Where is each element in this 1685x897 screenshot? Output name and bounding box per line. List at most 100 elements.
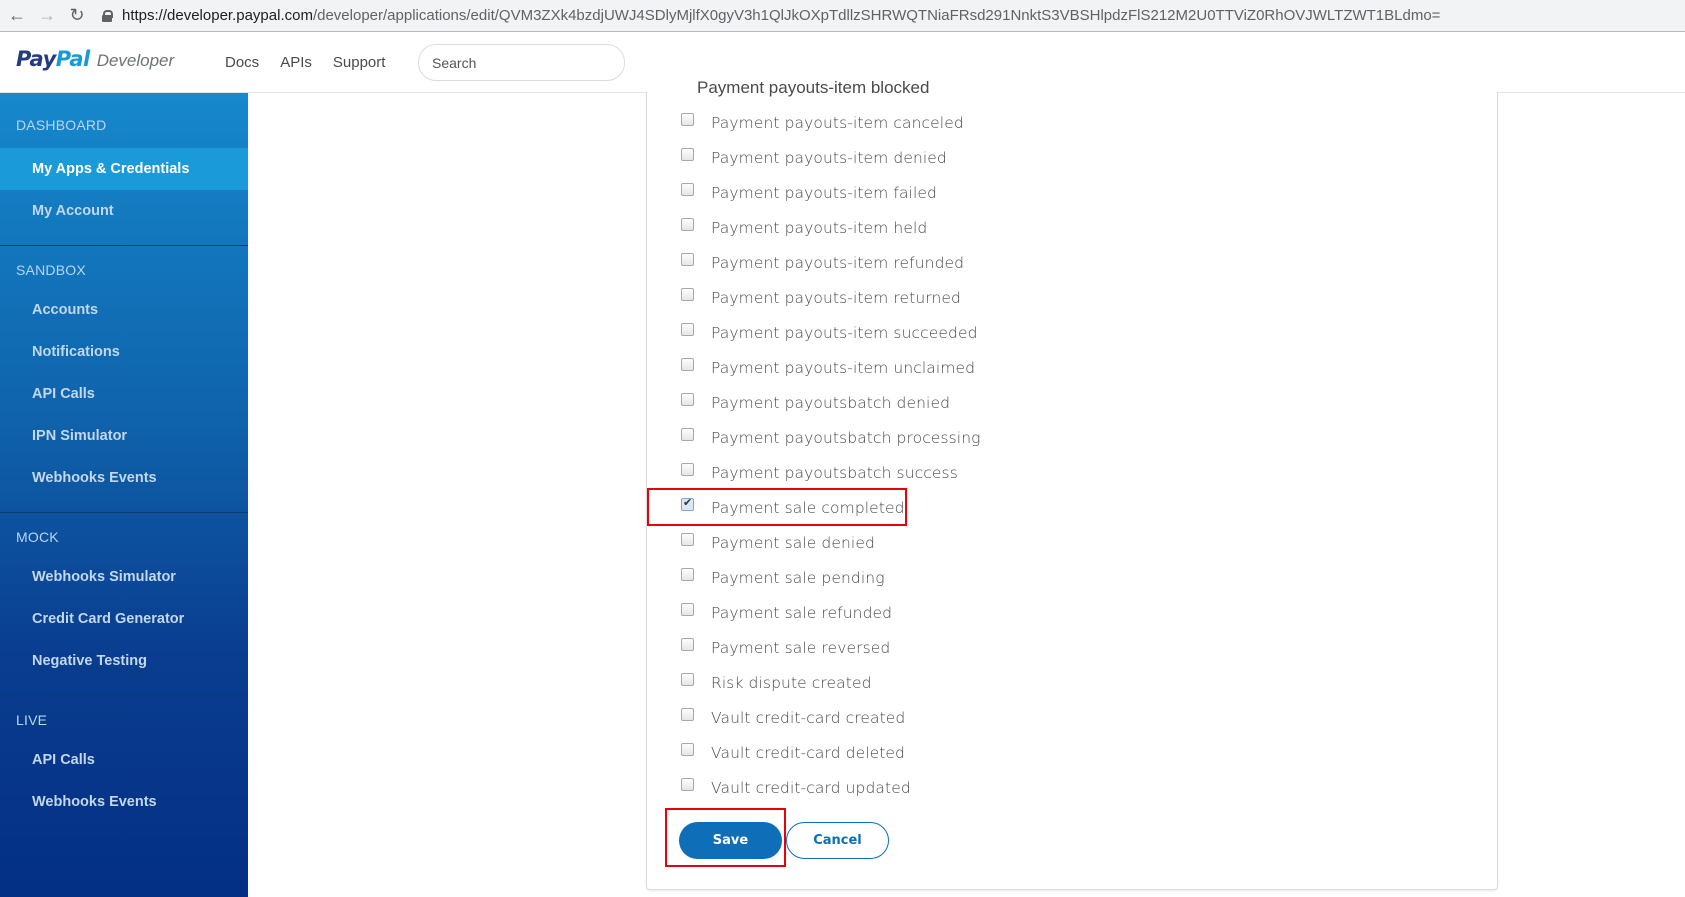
checkbox[interactable]: [681, 183, 694, 196]
checkbox[interactable]: [681, 113, 694, 126]
event-row[interactable]: Payment sale completed: [674, 490, 981, 525]
event-row[interactable]: Payment payouts-item succeeded: [674, 315, 981, 350]
logo-pal: Pal: [55, 47, 90, 71]
nav-link-support[interactable]: Support: [333, 54, 386, 71]
url-host: https://developer.paypal.com: [122, 7, 313, 24]
partial-event-row: Payment payouts-item blocked: [697, 78, 930, 97]
event-row[interactable]: Payment sale denied: [674, 525, 981, 560]
event-row[interactable]: Risk dispute created: [674, 665, 981, 700]
save-button[interactable]: Save: [679, 822, 782, 859]
sidebar-item-my-account[interactable]: My Account: [0, 190, 248, 232]
event-row[interactable]: Payment sale pending: [674, 560, 981, 595]
event-row[interactable]: Vault credit-card updated: [674, 770, 981, 805]
sidebar-heading-sandbox: SANDBOX: [16, 262, 86, 278]
event-row[interactable]: Payment payouts-item denied: [674, 140, 981, 175]
webhook-events-card: Payment payouts-item blocked Payment pay…: [646, 78, 1498, 890]
event-label[interactable]: Payment payouts-item returned: [711, 289, 961, 307]
event-label[interactable]: Payment payoutsbatch processing: [711, 429, 981, 447]
event-label[interactable]: Vault credit-card deleted: [711, 744, 905, 762]
event-row[interactable]: Payment payoutsbatch denied: [674, 385, 981, 420]
event-label[interactable]: Payment payouts-item canceled: [711, 114, 964, 132]
checkbox[interactable]: [681, 323, 694, 336]
nav-link-docs[interactable]: Docs: [225, 54, 259, 71]
event-row[interactable]: Payment payoutsbatch success: [674, 455, 981, 490]
checkbox[interactable]: [681, 393, 694, 406]
header-nav: Docs APIs Support: [225, 54, 385, 71]
sidebar-item-notifications[interactable]: Notifications: [0, 331, 248, 373]
event-row[interactable]: Payment payouts-item returned: [674, 280, 981, 315]
sidebar-section-live: LIVE API Calls Webhooks Events: [0, 696, 248, 823]
sidebar-item-ipn-simulator[interactable]: IPN Simulator: [0, 415, 248, 457]
event-label[interactable]: Payment sale pending: [711, 569, 885, 587]
event-label[interactable]: Vault credit-card created: [711, 709, 905, 727]
event-row[interactable]: Payment payouts-item failed: [674, 175, 981, 210]
url-path: /developer/applications/edit/QVM3ZXk4bzd…: [312, 7, 1441, 24]
back-arrow-icon[interactable]: ←: [4, 3, 30, 29]
event-row[interactable]: Payment payoutsbatch processing: [674, 420, 981, 455]
event-row[interactable]: Vault credit-card deleted: [674, 735, 981, 770]
sidebar-item-credit-card-generator[interactable]: Credit Card Generator: [0, 598, 248, 640]
event-row[interactable]: Payment sale reversed: [674, 630, 981, 665]
event-label[interactable]: Payment payouts-item denied: [711, 149, 947, 167]
sidebar-heading-dashboard: DASHBOARD: [16, 117, 107, 133]
event-label[interactable]: Payment sale reversed: [711, 639, 890, 657]
event-label[interactable]: Payment sale refunded: [711, 604, 892, 622]
checkbox[interactable]: [681, 218, 694, 231]
address-bar[interactable]: https://developer.paypal.com/developer/a…: [102, 2, 1685, 30]
checkbox[interactable]: [681, 568, 694, 581]
sidebar-item-webhooks-simulator[interactable]: Webhooks Simulator: [0, 556, 248, 598]
event-row[interactable]: Payment payouts-item refunded: [674, 245, 981, 280]
lock-icon: [102, 9, 113, 22]
event-label[interactable]: Vault credit-card updated: [711, 779, 911, 797]
sidebar-item-sandbox-api-calls[interactable]: API Calls: [0, 373, 248, 415]
checkbox[interactable]: [681, 463, 694, 476]
event-label[interactable]: Risk dispute created: [711, 674, 872, 692]
cancel-button[interactable]: Cancel: [786, 822, 889, 859]
event-label[interactable]: Payment payouts-item unclaimed: [711, 359, 975, 377]
browser-toolbar: ← → ↻ https://developer.paypal.com/devel…: [0, 0, 1685, 32]
sidebar-item-live-webhooks-events[interactable]: Webhooks Events: [0, 781, 248, 823]
checkbox[interactable]: [681, 673, 694, 686]
sidebar-section-dashboard: DASHBOARD My Apps & Credentials My Accou…: [0, 93, 248, 246]
event-row[interactable]: Payment payouts-item unclaimed: [674, 350, 981, 385]
event-row[interactable]: Payment payouts-item canceled: [674, 105, 981, 140]
checkbox[interactable]: [681, 743, 694, 756]
checkbox[interactable]: [681, 288, 694, 301]
sidebar-item-accounts[interactable]: Accounts: [0, 289, 248, 331]
event-label[interactable]: Payment payouts-item failed: [711, 184, 937, 202]
sidebar-item-my-apps[interactable]: My Apps & Credentials: [0, 148, 248, 190]
checkbox-checked[interactable]: [681, 496, 694, 511]
search-input[interactable]: [418, 44, 625, 81]
checkbox[interactable]: [681, 638, 694, 651]
sidebar-item-live-api-calls[interactable]: API Calls: [0, 739, 248, 781]
sidebar-item-negative-testing[interactable]: Negative Testing: [0, 640, 248, 682]
event-row[interactable]: Payment payouts-item held: [674, 210, 981, 245]
event-label[interactable]: Payment sale completed: [711, 499, 905, 517]
paypal-developer-logo[interactable]: Pay Pal Developer: [16, 47, 174, 71]
event-label[interactable]: Payment payoutsbatch denied: [711, 394, 950, 412]
event-label[interactable]: Payment payouts-item held: [711, 219, 927, 237]
checkbox[interactable]: [681, 603, 694, 616]
event-row[interactable]: Payment sale refunded: [674, 595, 981, 630]
logo-pay: Pay: [16, 47, 56, 71]
event-label[interactable]: Payment payoutsbatch success: [711, 464, 958, 482]
event-label[interactable]: Payment payouts-item refunded: [711, 254, 964, 272]
event-checkbox-list: Payment payouts-item canceled Payment pay…: [674, 105, 981, 805]
nav-link-apis[interactable]: APIs: [280, 54, 312, 71]
sidebar-section-sandbox: SANDBOX Accounts Notifications API Calls…: [0, 246, 248, 513]
event-row[interactable]: Vault credit-card created: [674, 700, 981, 735]
checkbox[interactable]: [681, 428, 694, 441]
sidebar-item-sandbox-webhooks-events[interactable]: Webhooks Events: [0, 457, 248, 499]
sidebar: DASHBOARD My Apps & Credentials My Accou…: [0, 93, 248, 897]
checkbox[interactable]: [681, 708, 694, 721]
reload-icon[interactable]: ↻: [64, 3, 90, 29]
event-label[interactable]: Payment payouts-item succeeded: [711, 324, 978, 342]
form-actions: Save Cancel: [679, 822, 919, 862]
checkbox[interactable]: [681, 778, 694, 791]
forward-arrow-icon[interactable]: →: [34, 3, 60, 29]
checkbox[interactable]: [681, 358, 694, 371]
event-label[interactable]: Payment sale denied: [711, 534, 875, 552]
checkbox[interactable]: [681, 253, 694, 266]
checkbox[interactable]: [681, 148, 694, 161]
checkbox[interactable]: [681, 533, 694, 546]
